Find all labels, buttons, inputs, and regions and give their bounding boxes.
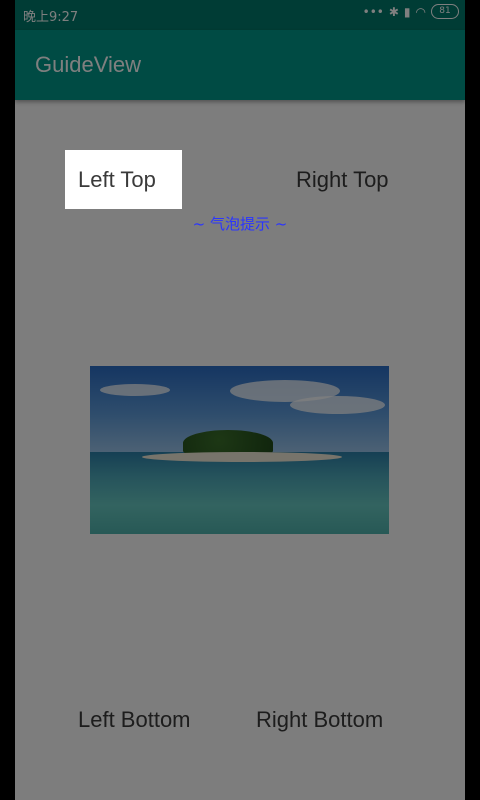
status-bar: 晚上9:27 ••• ✱ ▮ ◠ 81 bbox=[15, 0, 465, 30]
signal-hd-icon: ▮ bbox=[403, 4, 411, 19]
highlight-layer: Left Top bbox=[15, 100, 465, 800]
app-title: GuideView bbox=[35, 52, 141, 77]
app-bar: GuideView bbox=[15, 30, 465, 100]
status-time: 晚上9:27 bbox=[23, 10, 79, 25]
more-dots-icon: ••• bbox=[362, 4, 384, 19]
phone-screen: 晚上9:27 ••• ✱ ▮ ◠ 81 GuideView Right Top … bbox=[15, 0, 465, 800]
wifi-icon: ◠ bbox=[415, 4, 426, 19]
guide-tip: ~ 气泡提示 ~ bbox=[192, 215, 288, 233]
battery-icon: 81 bbox=[431, 4, 459, 19]
bluetooth-icon: ✱ bbox=[388, 4, 399, 19]
left-top-button[interactable]: Left Top bbox=[78, 167, 156, 193]
status-icons: ••• ✱ ▮ ◠ 81 bbox=[363, 4, 459, 19]
